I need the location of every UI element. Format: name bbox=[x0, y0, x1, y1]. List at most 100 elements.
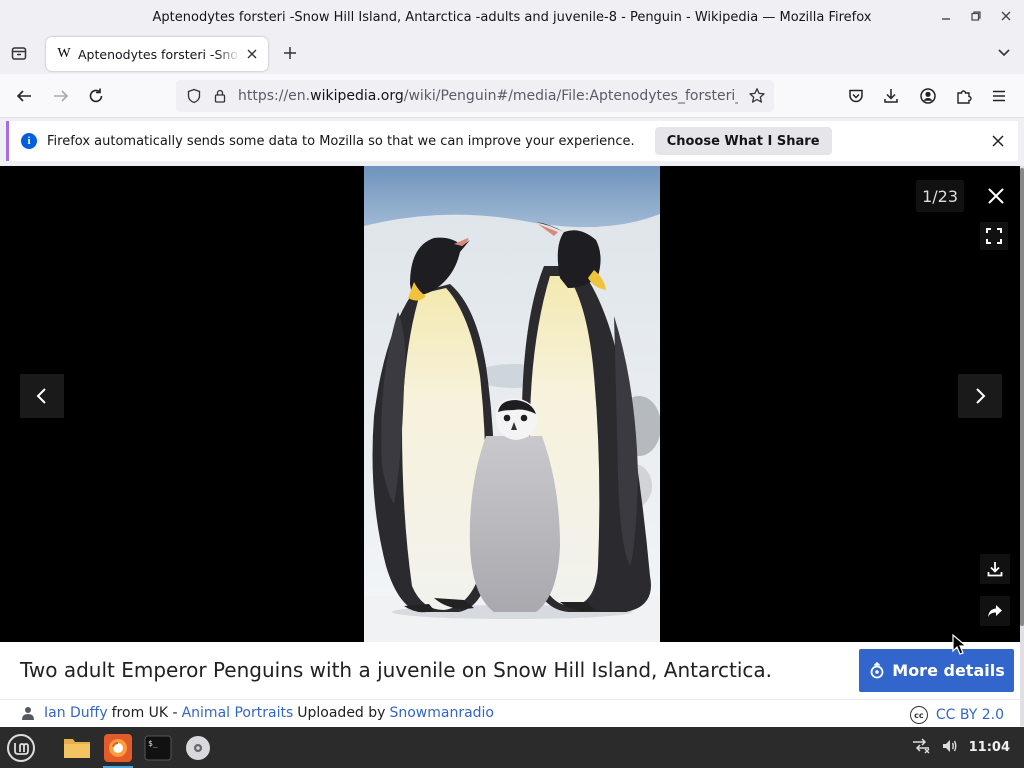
close-window-button[interactable] bbox=[998, 7, 1014, 25]
arrow-left-icon bbox=[16, 90, 31, 102]
creative-commons-icon: cc bbox=[909, 706, 928, 724]
more-details-button[interactable]: More details bbox=[859, 649, 1014, 692]
user-icon bbox=[22, 707, 34, 720]
scrollbar-thumb[interactable] bbox=[1020, 168, 1024, 626]
window-controls bbox=[938, 7, 1014, 25]
svg-text:$_: $_ bbox=[148, 739, 158, 748]
files-taskbar-button[interactable] bbox=[60, 731, 94, 765]
close-icon bbox=[988, 188, 1004, 204]
account-icon bbox=[920, 88, 936, 104]
info-icon: i bbox=[21, 133, 37, 149]
network-disconnected-icon bbox=[912, 737, 930, 753]
mint-menu-icon bbox=[7, 734, 35, 762]
viewer-close-button[interactable] bbox=[982, 182, 1010, 210]
share-icon bbox=[988, 605, 1002, 617]
fullscreen-button[interactable] bbox=[980, 222, 1008, 250]
wikipedia-favicon-icon: W bbox=[57, 46, 71, 61]
volume-icon bbox=[942, 739, 957, 752]
url-bar[interactable]: https://en.wikipedia.org/wiki/Penguin#/m… bbox=[176, 80, 774, 112]
terminal-icon: $_ bbox=[144, 735, 172, 761]
penguin-photo bbox=[364, 166, 660, 642]
notification-text: Firefox automatically sends some data to… bbox=[47, 133, 635, 149]
volume-tray-button[interactable] bbox=[941, 737, 959, 759]
bookmark-star-button[interactable] bbox=[748, 87, 766, 105]
chevron-left-icon bbox=[36, 388, 46, 404]
previous-image-button[interactable] bbox=[20, 374, 64, 418]
url-text[interactable]: https://en.wikipedia.org/wiki/Penguin#/m… bbox=[238, 88, 738, 104]
close-icon bbox=[247, 49, 257, 59]
puzzle-icon bbox=[957, 90, 972, 104]
tab-label: Aptenodytes forsteri -Snow Hill Island, … bbox=[78, 46, 240, 62]
credit-from-text: from UK - bbox=[111, 705, 178, 721]
telemetry-notification-bar: i Firefox automatically sends some data … bbox=[6, 121, 1018, 161]
back-button[interactable] bbox=[13, 85, 35, 107]
plus-icon bbox=[284, 47, 296, 59]
wikimedia-commons-icon bbox=[870, 661, 884, 678]
system-tray: 11:04 bbox=[911, 727, 1024, 768]
network-tray-button[interactable] bbox=[911, 737, 931, 759]
disc-icon bbox=[186, 736, 210, 760]
uploader-link[interactable]: Snowmanradio bbox=[389, 705, 494, 721]
fullscreen-icon bbox=[986, 228, 1002, 244]
reload-button[interactable] bbox=[85, 85, 107, 107]
terminal-taskbar-button[interactable]: $_ bbox=[141, 731, 175, 765]
source-link[interactable]: Animal Portraits bbox=[182, 705, 294, 721]
more-details-label: More details bbox=[892, 661, 1005, 680]
page-scrollbar[interactable] bbox=[1020, 166, 1024, 726]
tab-close-button[interactable] bbox=[244, 46, 260, 62]
image-counter: 1/23 bbox=[916, 180, 964, 212]
download-image-button[interactable] bbox=[980, 554, 1010, 584]
new-tab-button[interactable] bbox=[280, 43, 300, 63]
url-domain: wikipedia.org bbox=[310, 88, 404, 104]
close-icon bbox=[992, 135, 1004, 147]
list-all-tabs-button[interactable] bbox=[996, 44, 1012, 62]
tab-strip: W Aptenodytes forsteri -Snow Hill Island… bbox=[0, 34, 1024, 74]
license-label[interactable]: CC BY 2.0 bbox=[936, 707, 1004, 723]
downloads-button[interactable] bbox=[880, 85, 902, 107]
hamburger-menu-icon bbox=[993, 90, 1005, 102]
forward-button[interactable] bbox=[50, 85, 72, 107]
caption-divider bbox=[0, 699, 1020, 700]
choose-what-i-share-button[interactable]: Choose What I Share bbox=[654, 127, 832, 155]
media-viewer: 1/23 bbox=[0, 166, 1020, 642]
url-path: /wiki/Penguin#/media/File:Aptenodytes_fo… bbox=[403, 88, 738, 104]
clock[interactable]: 11:04 bbox=[969, 740, 1010, 755]
app-menu-button[interactable] bbox=[988, 85, 1010, 107]
author-link[interactable]: Ian Duffy bbox=[44, 705, 108, 721]
tracking-protection-icon[interactable] bbox=[186, 88, 202, 104]
share-image-button[interactable] bbox=[980, 596, 1010, 626]
uploaded-by-text: Uploaded by bbox=[297, 705, 386, 721]
desktop-taskbar: $_ 11:04 bbox=[0, 727, 1024, 768]
restore-button[interactable] bbox=[968, 7, 984, 25]
download-icon bbox=[884, 89, 898, 103]
account-button[interactable] bbox=[917, 85, 939, 107]
navigation-toolbar: https://en.wikipedia.org/wiki/Penguin#/m… bbox=[0, 74, 1024, 118]
image-caption: Two adult Emperor Penguins with a juveni… bbox=[20, 658, 773, 682]
firefox-view-button[interactable] bbox=[8, 42, 30, 64]
minimize-button[interactable] bbox=[938, 7, 954, 25]
license-info[interactable]: cc CC BY 2.0 bbox=[909, 706, 1004, 724]
tab-active[interactable]: W Aptenodytes forsteri -Snow Hill Island… bbox=[46, 37, 268, 71]
chevron-down-icon bbox=[998, 49, 1010, 57]
image-credit: Ian Duffy from UK - Animal Portraits Upl… bbox=[20, 705, 494, 721]
mint-menu-button[interactable] bbox=[4, 731, 38, 765]
firefox-view-icon bbox=[11, 47, 27, 60]
download-icon bbox=[987, 562, 1003, 577]
url-prefix: https://en. bbox=[238, 88, 311, 104]
next-image-button[interactable] bbox=[958, 374, 1002, 418]
pocket-button[interactable] bbox=[845, 85, 867, 107]
star-icon bbox=[749, 88, 765, 103]
firefox-icon bbox=[104, 734, 132, 762]
reload-icon bbox=[89, 88, 103, 103]
notification-close-button[interactable] bbox=[990, 133, 1006, 149]
extensions-button[interactable] bbox=[953, 85, 975, 107]
window-titlebar: Aptenodytes forsteri -Snow Hill Island, … bbox=[0, 0, 1024, 34]
arrow-right-icon bbox=[54, 90, 69, 102]
mouse-cursor-icon bbox=[952, 634, 968, 655]
chevron-right-icon bbox=[976, 388, 986, 404]
window-title: Aptenodytes forsteri -Snow Hill Island, … bbox=[152, 9, 872, 25]
pocket-icon bbox=[849, 89, 863, 103]
disc-taskbar-button[interactable] bbox=[181, 731, 215, 765]
lock-icon[interactable] bbox=[212, 88, 228, 104]
firefox-taskbar-button[interactable] bbox=[101, 731, 135, 768]
